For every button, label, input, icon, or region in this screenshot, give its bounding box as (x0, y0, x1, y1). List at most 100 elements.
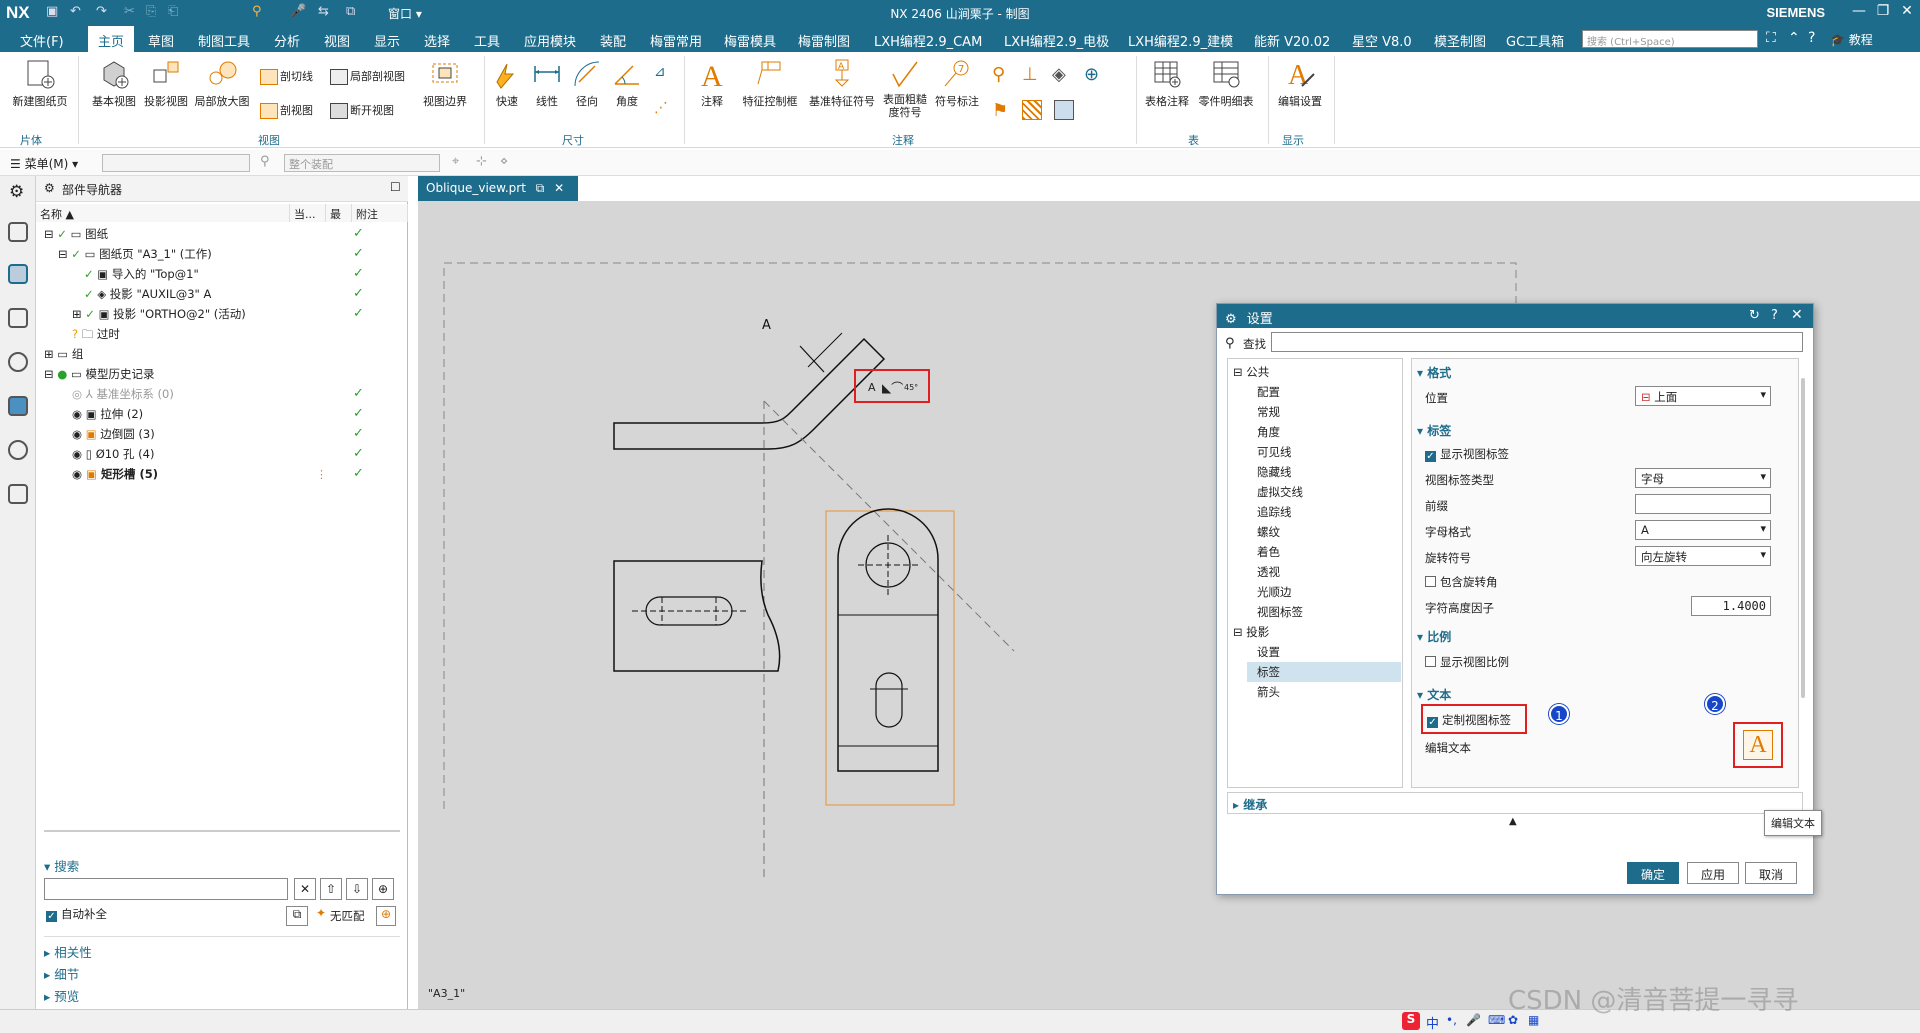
tree-item-outdated[interactable]: ? 🗀 过时 (72, 326, 120, 346)
tree-item-hole[interactable]: ◉ ▯ Ø10 孔 (4) (72, 446, 154, 466)
include-angle-checkbox[interactable]: 包含旋转角 (1425, 574, 1498, 590)
filter-combo[interactable] (102, 154, 250, 172)
tree-item-drawing[interactable]: ⊟ ✓ ▭ 图纸 (44, 226, 108, 246)
fill-icon[interactable]: ◈ (1052, 64, 1066, 85)
show-scale-checkbox[interactable]: 显示视图比例 (1425, 654, 1509, 670)
view-boundary-button[interactable]: 视图边界 (418, 58, 472, 109)
pane-scrollbar[interactable] (1801, 378, 1805, 698)
text-section[interactable]: ▾ 文本 (1417, 686, 1451, 703)
menu-gc-toolbox[interactable]: GC工具箱 (1506, 31, 1564, 50)
fullscreen-icon[interactable]: ⛶ (1766, 30, 1776, 46)
dialog-close-icon[interactable]: ✕ (1791, 307, 1803, 323)
datum-feature-button[interactable]: A 基准特征符号 (806, 58, 878, 109)
label-type-dropdown[interactable]: 字母 (1635, 468, 1771, 488)
tree-proj-label[interactable]: 标签 (1257, 664, 1280, 680)
column-name[interactable]: 名称 ▲ (36, 204, 290, 222)
tree-item-edge-blend[interactable]: ◉ ▣ 边倒圆 (3) (72, 426, 155, 446)
tree-public[interactable]: ⊟ 公共 (1233, 364, 1269, 380)
ime-keyboard-icon[interactable]: ⌨ (1488, 1013, 1505, 1027)
minimize-icon[interactable]: — (1846, 3, 1872, 19)
autocomplete-checkbox[interactable]: ✓ 自动补全 (46, 906, 107, 922)
symbol-label-button[interactable]: 7 符号标注 (932, 58, 982, 109)
ime-punct-icon[interactable]: •, (1446, 1013, 1457, 1027)
apply-button[interactable]: 应用 (1687, 862, 1739, 884)
navigator-search-input[interactable] (44, 878, 288, 900)
note-button[interactable]: A 注释 (692, 58, 732, 109)
tree-item-imported-view[interactable]: ✓ ▣ 导入的 "Top@1" (84, 266, 199, 286)
menu-button[interactable]: ☰ 菜单(M) ▾ (10, 155, 78, 172)
rotation-symbol-dropdown[interactable]: 向左旋转 (1635, 546, 1771, 566)
tree-item-rect-slot[interactable]: ◉ ▣ 矩形槽 (5) (72, 466, 158, 486)
projected-view-button[interactable]: 投影视图 (140, 58, 192, 109)
close-icon[interactable]: ✕ (1894, 3, 1920, 19)
tree-general[interactable]: 常规 (1257, 404, 1280, 420)
ime-mic-icon[interactable]: 🎤 (1466, 1013, 1481, 1027)
find-input[interactable] (1271, 332, 1803, 352)
tree-item-ortho-view[interactable]: ⊞ ✓ ▣ 投影 "ORTHO@2" (活动) (72, 306, 246, 326)
surface-finish-button[interactable]: 表面粗糙度符号 (880, 58, 930, 119)
ordinate-dim-icon[interactable]: ⋰ (654, 100, 668, 116)
tree-trace-lines[interactable]: 追踪线 (1257, 504, 1292, 520)
show-view-label-checkbox[interactable]: ✓ 显示视图标签 (1425, 446, 1509, 462)
tree-hidden-lines[interactable]: 隐藏线 (1257, 464, 1292, 480)
zoom-icon[interactable]: ⚲ (992, 64, 1005, 85)
search-down-icon[interactable]: ⇩ (346, 878, 368, 900)
document-tab[interactable]: Oblique_view.prt ⧉ ✕ (418, 176, 578, 201)
tree-projection[interactable]: ⊟ 投影 (1233, 624, 1269, 640)
clear-search-icon[interactable]: ✕ (294, 878, 316, 900)
part-navigator-icon[interactable] (8, 222, 28, 242)
menu-mosheng[interactable]: 模圣制图 (1434, 31, 1486, 50)
auxiliary-view-label[interactable]: A (868, 381, 876, 394)
menu-lxh-modeling[interactable]: LXH编程2.9_建模 (1128, 31, 1233, 50)
inherit-section[interactable]: ▸ 继承 (1233, 796, 1267, 813)
prefix-input[interactable] (1635, 494, 1771, 514)
menu-view[interactable]: 视图 (324, 31, 350, 50)
menu-meilei-mold[interactable]: 梅雷模具 (724, 31, 776, 50)
drafting-navigator-icon[interactable] (8, 264, 28, 284)
edit-settings-button[interactable]: A 编辑设置 (1274, 58, 1326, 109)
tree-item-datum-csys[interactable]: ◎ ⅄ 基准坐标系 (0) (72, 386, 174, 406)
menu-applications[interactable]: 应用模块 (524, 31, 576, 50)
hatch-icon[interactable] (1022, 100, 1042, 120)
menu-analysis[interactable]: 分析 (274, 31, 300, 50)
collapse-ribbon-icon[interactable]: ⌃ (1788, 30, 1800, 46)
snap-point-icon[interactable]: ⊹ (476, 154, 487, 169)
custom-view-label-checkbox[interactable]: ✓ 定制视图标签 (1427, 712, 1511, 728)
column-current[interactable]: 当... (290, 204, 326, 222)
tree-view-label[interactable]: 视图标签 (1257, 604, 1303, 620)
menu-assembly[interactable]: 装配 (600, 31, 626, 50)
reset-icon[interactable]: ↻ (1749, 308, 1760, 323)
image-icon[interactable] (1054, 100, 1074, 120)
web-browser-icon[interactable] (8, 396, 28, 416)
cancel-button[interactable]: 取消 (1745, 862, 1797, 884)
tree-item-extrude[interactable]: ◉ ▣ 拉伸 (2) (72, 406, 143, 426)
clock-icon[interactable] (8, 440, 28, 460)
tree-item-model-history[interactable]: ⊟ ● ▭ 模型历史记录 (44, 366, 155, 386)
menu-display[interactable]: 显示 (374, 31, 400, 50)
char-height-input[interactable]: 1.4000 (1691, 596, 1771, 616)
section-view-button[interactable]: 剖视图 (260, 102, 313, 119)
tree-proj-arrow[interactable]: 箭头 (1257, 684, 1280, 700)
parts-list-button[interactable]: 零件明细表 (1196, 58, 1256, 109)
tree-virtual-intersect[interactable]: 虚拟交线 (1257, 484, 1303, 500)
menu-home[interactable]: 主页 (88, 26, 135, 52)
collapse-arrow-icon[interactable]: ▲ (1509, 816, 1517, 827)
rapid-dim-button[interactable]: 快速 (490, 58, 524, 109)
menu-sketch[interactable]: 草图 (148, 31, 174, 50)
assembly-filter-combo[interactable]: 整个装配 (284, 154, 440, 172)
target-point-icon[interactable]: ⊕ (1084, 64, 1099, 85)
history-icon[interactable] (8, 352, 28, 372)
break-view-button[interactable]: 断开视图 (330, 102, 394, 119)
fcf-button[interactable]: 特征控制框 (738, 58, 802, 109)
highlight-icon[interactable]: ✦ (312, 906, 330, 926)
tree-item-groups[interactable]: ⊞ ▭ 组 (44, 346, 83, 366)
menu-nengxin[interactable]: 能新 V20.02 (1254, 31, 1330, 50)
local-section-button[interactable]: 局部剖视图 (330, 68, 405, 85)
menu-xingkong[interactable]: 星空 V8.0 (1352, 31, 1412, 50)
settings-icon[interactable]: ⚙ (9, 182, 24, 202)
menu-select[interactable]: 选择 (424, 31, 450, 50)
tree-angle[interactable]: 角度 (1257, 424, 1280, 440)
letter-format-dropdown[interactable]: A (1635, 520, 1771, 540)
tree-item-auxil-view[interactable]: ✓ ◈ 投影 "AUXIL@3" A (84, 286, 211, 306)
menu-meilei-drafting[interactable]: 梅雷制图 (798, 31, 850, 50)
